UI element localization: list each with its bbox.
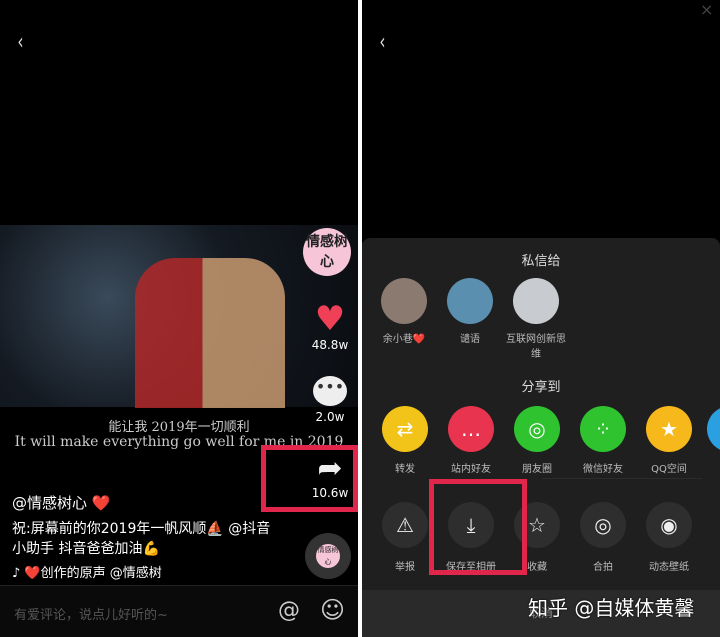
save-highlight-box (429, 479, 527, 575)
repost-icon: ⇄ (382, 406, 428, 452)
share-button[interactable]: ➦ 10.6w (305, 451, 355, 501)
tool-live-wallpaper[interactable]: ◉ 动态壁纸 (636, 502, 702, 573)
video-player-panel: ‹ 情感树心 ♥ 48.8w ••• 2.0w 能让我 2019年一切顺利 It… (0, 0, 358, 637)
subtitle-cn: 能让我 2019年一切顺利 (108, 420, 250, 435)
share-title: 分享到 (521, 380, 561, 395)
duet-icon: ◎ (580, 502, 626, 548)
qzone-icon: ★ (646, 406, 692, 452)
contact-item[interactable]: 余小巷❤️ (374, 278, 434, 345)
contact-avatar (447, 278, 493, 324)
share-count: 10.6w (311, 486, 349, 500)
back-button[interactable]: ‹ (17, 30, 23, 55)
emoji-icon[interactable]: ☺ (320, 596, 345, 624)
contact-item[interactable]: 互联网创新思维 (506, 278, 566, 360)
video-scene (135, 258, 285, 408)
contact-avatar (513, 278, 559, 324)
divider (542, 478, 702, 479)
contact-item[interactable]: 谴语 (440, 278, 500, 345)
like-button[interactable]: ♥ 48.8w (305, 300, 355, 352)
share-friend[interactable]: … 站内好友 (438, 406, 504, 475)
share-sheet: 私信给 余小巷❤️ 谴语 互联网创新思维 分享到 ⇄ 转发 … 站内好友 ◎ 朋友圈 … (362, 238, 720, 590)
music-info[interactable]: ♪ ❤️创作的原声 @情感树 (12, 562, 162, 581)
disc-label: 情感树心 (316, 544, 340, 568)
share-repost[interactable]: ⇄ 转发 (372, 406, 438, 475)
share-arrow-icon: ➦ (317, 451, 343, 486)
dm-title: 私信给 (521, 254, 561, 269)
back-button[interactable]: ‹ (379, 30, 385, 55)
share-qzone[interactable]: ★ QQ空间 (636, 406, 702, 475)
moments-icon: ◎ (514, 406, 560, 452)
at-icon[interactable]: @ (278, 598, 300, 623)
share-moments[interactable]: ◎ 朋友圈 (504, 406, 570, 475)
description-line-2: 小助手 抖音爸爸加油💪 (12, 541, 160, 557)
contact-avatar (381, 278, 427, 324)
chat-icon: … (448, 406, 494, 452)
warning-icon: ⚠ (382, 502, 428, 548)
comment-bar: 有爱评论，说点儿好听的~ @ ☺ (0, 585, 358, 637)
comment-icon: ••• (313, 376, 347, 406)
wechat-icon: ⁘ (580, 406, 626, 452)
share-more-icon[interactable] (707, 406, 720, 452)
tool-duet[interactable]: ◎ 合拍 (570, 502, 636, 573)
watermark: 知乎 @自媒体黄馨 (528, 596, 695, 620)
comment-input[interactable]: 有爱评论，说点儿好听的~ (14, 604, 168, 623)
like-count: 48.8w (311, 338, 349, 352)
wallpaper-icon: ◉ (646, 502, 692, 548)
share-wechat[interactable]: ⁘ 微信好友 (570, 406, 636, 475)
share-panel: ‹ × 私信给 余小巷❤️ 谴语 互联网创新思维 分享到 ⇄ 转发 … 站内好友 ◎… (362, 0, 720, 637)
author-avatar[interactable]: 情感树心 (303, 228, 351, 276)
author-name[interactable]: @情感树心 ❤️ (12, 492, 110, 513)
music-disc[interactable]: 情感树心 (305, 533, 351, 579)
close-icon[interactable]: × (700, 0, 713, 19)
description-line-1: 祝:屏幕前的你2019年一帆风顺⛵ @抖音 (12, 521, 271, 537)
heart-icon: ♥ (314, 299, 346, 339)
